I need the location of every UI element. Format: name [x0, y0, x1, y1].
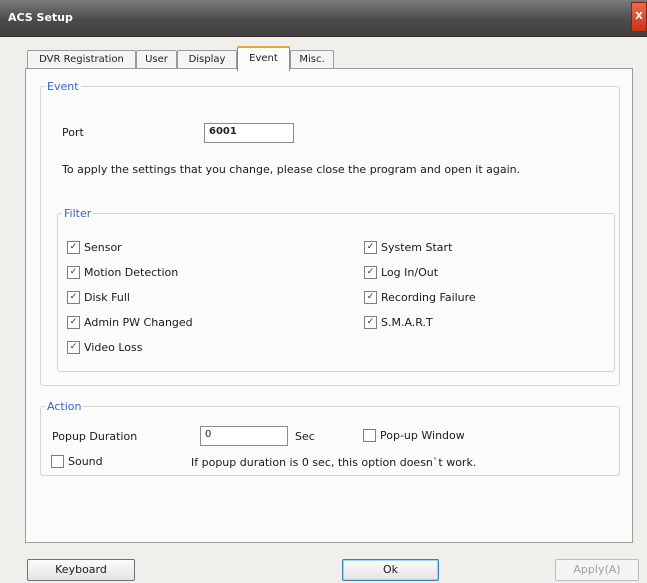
recording-failure-label: Recording Failure [381, 291, 476, 304]
action-legend: Action [47, 400, 82, 413]
checkmark-icon: ✓ [67, 291, 80, 304]
popup-window-checkbox[interactable]: Pop-up Window [363, 429, 465, 442]
sound-label: Sound [68, 455, 103, 468]
video-loss-checkbox[interactable]: ✓ Video Loss [67, 341, 142, 354]
close-icon[interactable]: X [631, 2, 647, 32]
checkmark-icon: ✓ [364, 266, 377, 279]
admin-pw-changed-checkbox[interactable]: ✓ Admin PW Changed [67, 316, 193, 329]
recording-failure-checkbox[interactable]: ✓ Recording Failure [364, 291, 476, 304]
checkmark-icon: ✓ [364, 316, 377, 329]
sound-checkbox[interactable]: Sound [51, 455, 103, 468]
tab-user[interactable]: User [136, 50, 177, 69]
disk-full-checkbox[interactable]: ✓ Disk Full [67, 291, 130, 304]
popup-duration-input[interactable]: 0 [200, 426, 288, 446]
window-title: ACS Setup [8, 11, 73, 24]
port-input[interactable]: 6001 [204, 123, 294, 143]
keyboard-button[interactable]: Keyboard [27, 559, 135, 581]
sensor-checkbox[interactable]: ✓ Sensor [67, 241, 122, 254]
tab-dvr-registration[interactable]: DVR Registration [27, 50, 136, 69]
motion-detection-label: Motion Detection [84, 266, 179, 279]
popup-duration-note: If popup duration is 0 sec, this option … [191, 456, 477, 469]
port-label: Port [62, 126, 84, 139]
ok-button[interactable]: Ok [342, 559, 439, 581]
tab-display[interactable]: Display [177, 50, 237, 69]
system-start-label: System Start [381, 241, 453, 254]
tab-event[interactable]: Event [237, 46, 290, 71]
title-bar: ACS Setup X [0, 0, 647, 37]
seconds-unit-label: Sec [295, 430, 315, 443]
motion-detection-checkbox[interactable]: ✓ Motion Detection [67, 266, 178, 279]
checkmark-icon: ✓ [67, 241, 80, 254]
checkmark-icon: ✓ [67, 341, 80, 354]
admin-pw-changed-label: Admin PW Changed [84, 316, 193, 329]
checkbox-icon [363, 429, 376, 442]
system-start-checkbox[interactable]: ✓ System Start [364, 241, 452, 254]
log-in-out-checkbox[interactable]: ✓ Log In/Out [364, 266, 438, 279]
filter-legend: Filter [64, 207, 92, 220]
video-loss-label: Video Loss [84, 341, 143, 354]
restart-notice: To apply the settings that you change, p… [62, 163, 521, 176]
apply-button[interactable]: Apply(A) [555, 559, 639, 581]
log-in-out-label: Log In/Out [381, 266, 439, 279]
dialog-body: DVR Registration User Display Event Misc… [0, 37, 647, 583]
checkmark-icon: ✓ [364, 241, 377, 254]
popup-window-label: Pop-up Window [380, 429, 465, 442]
smart-label: S.M.A.R.T [381, 316, 433, 329]
event-tab-panel: Event Port 6001 To apply the settings th… [25, 68, 633, 543]
tab-misc[interactable]: Misc. [290, 50, 334, 69]
disk-full-label: Disk Full [84, 291, 130, 304]
sensor-label: Sensor [84, 241, 122, 254]
popup-duration-label: Popup Duration [52, 430, 138, 443]
checkmark-icon: ✓ [364, 291, 377, 304]
checkmark-icon: ✓ [67, 266, 80, 279]
checkbox-icon [51, 455, 64, 468]
smart-checkbox[interactable]: ✓ S.M.A.R.T [364, 316, 433, 329]
event-legend: Event [47, 80, 79, 93]
checkmark-icon: ✓ [67, 316, 80, 329]
